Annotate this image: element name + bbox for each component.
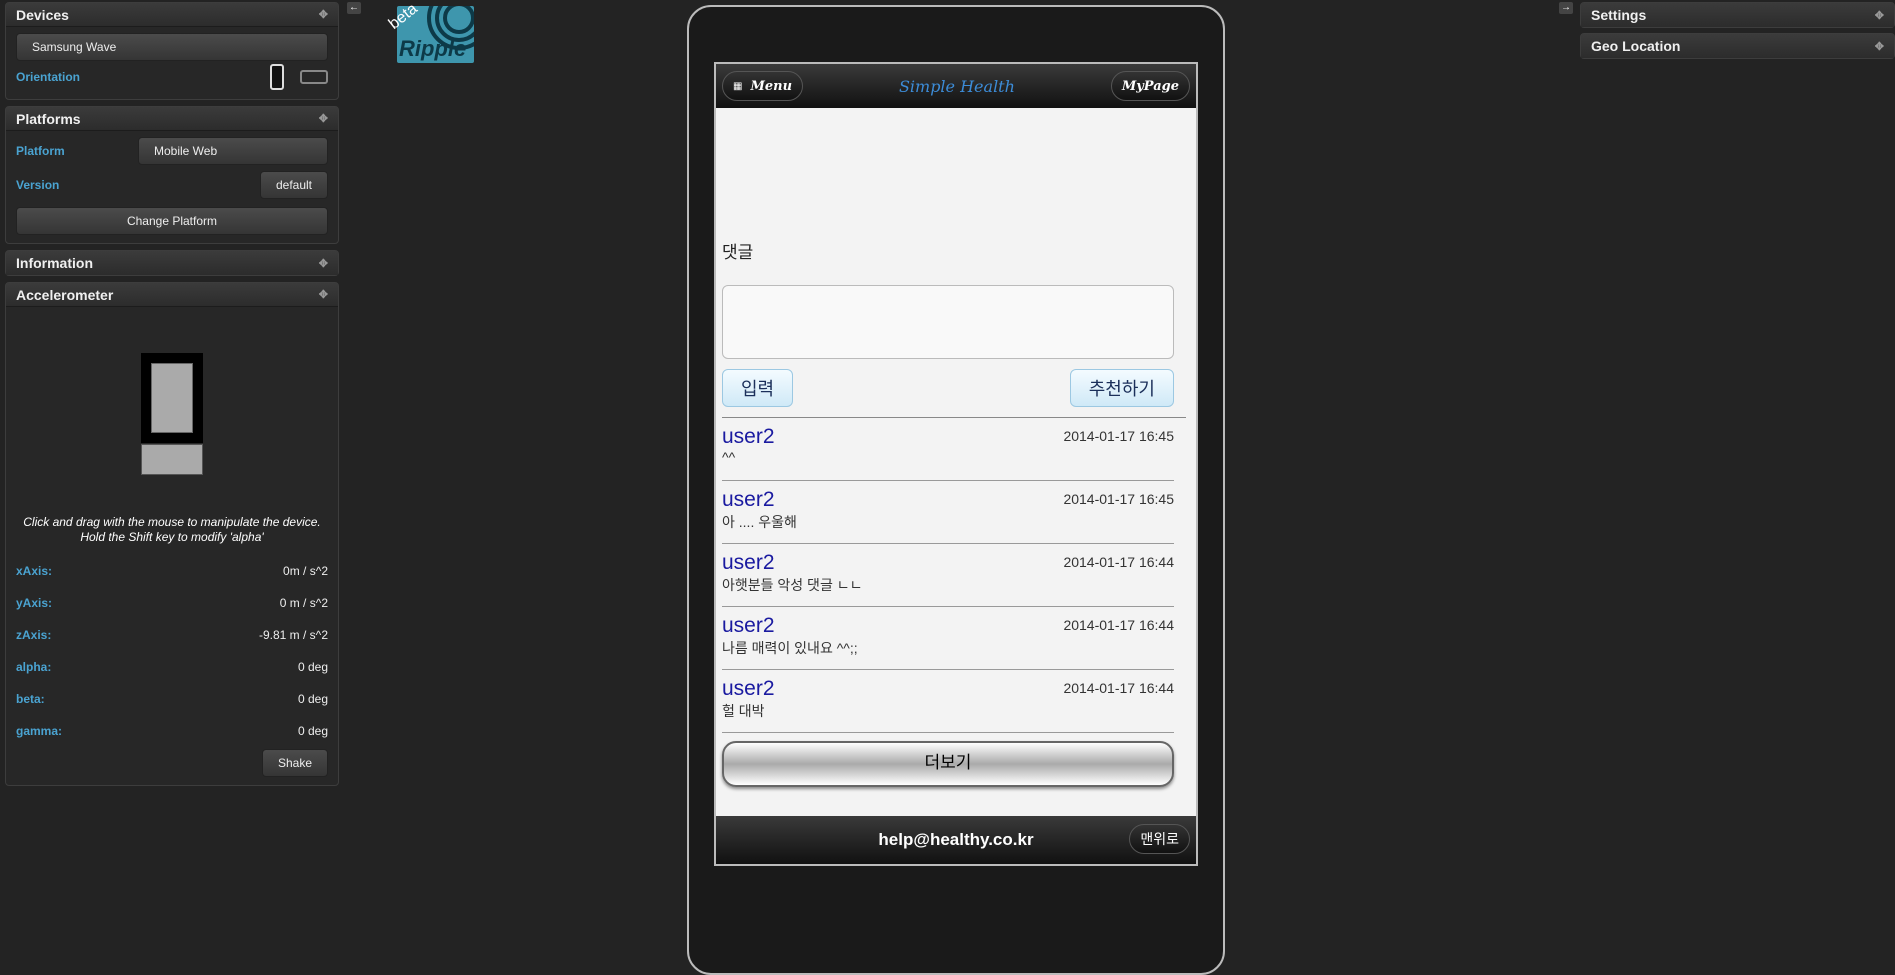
- change-platform-button[interactable]: Change Platform: [16, 207, 328, 235]
- comment-label: 댓글: [722, 243, 754, 262]
- version-select[interactable]: default: [259, 171, 328, 199]
- accel-value: 0m / s^2: [283, 564, 328, 578]
- accel-value: -9.81 m / s^2: [259, 628, 328, 642]
- accelerometer-panel: Accelerometer ✥ Click and drag with the m…: [5, 282, 339, 786]
- landscape-icon[interactable]: [300, 70, 328, 84]
- comment-list: user2 ^^ 2014-01-17 16:45 user2 아 .... 우울해 20…: [722, 418, 1190, 733]
- settings-panel: Settings ✥: [1580, 2, 1895, 28]
- collapse-left-icon[interactable]: ←: [347, 2, 361, 14]
- comment-text: 아햇분들 악성 댓글 ㄴㄴ: [722, 577, 863, 593]
- settings-panel-header[interactable]: Settings ✥: [1581, 3, 1894, 27]
- geo-title: Geo Location: [1591, 38, 1681, 54]
- menu-button[interactable]: ▦ Menu: [722, 71, 804, 101]
- app-header: ▦ Menu Simple Health MyPage: [716, 64, 1196, 108]
- collapse-right-icon[interactable]: →: [1559, 2, 1573, 14]
- comment-text: 헐 대박: [722, 703, 765, 719]
- comment-item: user2 ^^ 2014-01-17 16:45: [722, 418, 1174, 481]
- accelerometer-panel-header[interactable]: Accelerometer ✥: [6, 283, 338, 307]
- comment-date: 2014-01-17 16:44: [1063, 554, 1174, 570]
- comment-text: ^^: [722, 449, 736, 465]
- comment-date: 2014-01-17 16:45: [1063, 491, 1174, 507]
- accelerometer-title: Accelerometer: [16, 286, 114, 303]
- expand-icon[interactable]: ✥: [319, 112, 328, 125]
- recommend-button[interactable]: 추천하기: [1069, 369, 1174, 407]
- right-sidebar: Settings ✥ Geo Location ✥: [1580, 2, 1895, 65]
- footer-email[interactable]: help@healthy.co.kr: [878, 830, 1033, 850]
- more-button[interactable]: 더보기: [722, 741, 1174, 787]
- accel-label: yAxis:: [16, 596, 53, 610]
- comment-date: 2014-01-17 16:44: [1063, 680, 1174, 696]
- accel-label: xAxis:: [16, 564, 53, 578]
- comment-date: 2014-01-17 16:45: [1063, 428, 1174, 444]
- comment-text: 나름 매력이 있내요 ^^;;: [722, 640, 858, 656]
- settings-title: Settings: [1591, 7, 1647, 23]
- mypage-button[interactable]: MyPage: [1110, 71, 1190, 101]
- platforms-title: Platforms: [16, 110, 81, 127]
- accel-row: alpha: 0 deg: [16, 651, 328, 683]
- accel-value: 0 deg: [297, 660, 328, 674]
- accel-row: yAxis: 0 m / s^2: [16, 587, 328, 619]
- comment-input[interactable]: [722, 285, 1174, 359]
- accel-label: zAxis:: [16, 628, 52, 642]
- left-sidebar: Devices ✥ Samsung Wave Orientation Platfo…: [5, 2, 339, 792]
- devices-panel-header[interactable]: Devices ✥: [6, 3, 338, 27]
- accel-value: 0 deg: [297, 692, 328, 706]
- devices-panel: Devices ✥ Samsung Wave Orientation: [5, 2, 339, 100]
- expand-icon[interactable]: ✥: [1875, 9, 1884, 22]
- version-label: Version: [16, 178, 60, 192]
- device-select[interactable]: Samsung Wave: [16, 33, 328, 61]
- comment-item: user2 나름 매력이 있내요 ^^;; 2014-01-17 16:44: [722, 607, 1174, 670]
- accel-value: 0 deg: [297, 724, 328, 738]
- platform-label: Platform: [16, 144, 65, 158]
- accel-row: beta: 0 deg: [16, 683, 328, 715]
- devices-title: Devices: [16, 6, 69, 23]
- grid-icon: ▦: [733, 80, 743, 92]
- accel-value: 0 m / s^2: [279, 596, 328, 610]
- expand-icon[interactable]: ✥: [1875, 40, 1884, 53]
- accel-label: alpha:: [16, 660, 52, 674]
- comment-text: 아 .... 우울해: [722, 514, 797, 530]
- accel-row: xAxis: 0m / s^2: [16, 555, 328, 587]
- information-panel: Information ✥: [5, 250, 339, 276]
- information-title: Information: [16, 255, 93, 271]
- comment-item: user2 아 .... 우울해 2014-01-17 16:45: [722, 481, 1174, 544]
- accel-row: gamma: 0 deg: [16, 715, 328, 747]
- expand-icon[interactable]: ✥: [319, 257, 328, 270]
- platforms-panel-header[interactable]: Platforms ✥: [6, 107, 338, 131]
- app-footer: help@healthy.co.kr 맨위로: [716, 816, 1196, 864]
- accelerometer-hint: Click and drag with the mouse to manipul…: [23, 515, 321, 544]
- submit-button[interactable]: 입력: [722, 369, 794, 407]
- platform-select[interactable]: Mobile Web: [138, 137, 328, 165]
- accel-label: beta:: [16, 692, 45, 706]
- expand-icon[interactable]: ✥: [319, 288, 328, 301]
- orientation-label: Orientation: [16, 70, 81, 84]
- accel-label: gamma:: [16, 724, 63, 738]
- comment-item: user2 아햇분들 악성 댓글 ㄴㄴ 2014-01-17 16:44: [722, 544, 1174, 607]
- accelerometer-device-model[interactable]: [141, 353, 203, 475]
- geo-panel: Geo Location ✥: [1580, 33, 1895, 59]
- top-button[interactable]: 맨위로: [1129, 824, 1190, 854]
- device-screen: ▦ Menu Simple Health MyPage 댓글 입력 추천하기 us…: [714, 62, 1198, 866]
- accel-row: zAxis: -9.81 m / s^2: [16, 619, 328, 651]
- geo-panel-header[interactable]: Geo Location ✥: [1581, 34, 1894, 58]
- comment-item: user2 헐 대박 2014-01-17 16:44: [722, 670, 1174, 733]
- platforms-panel: Platforms ✥ Platform Mobile Web Version d…: [5, 106, 339, 244]
- comment-date: 2014-01-17 16:44: [1063, 617, 1174, 633]
- portrait-icon[interactable]: [270, 64, 284, 90]
- expand-icon[interactable]: ✥: [319, 8, 328, 21]
- app-title: Simple Health: [898, 76, 1015, 96]
- information-panel-header[interactable]: Information ✥: [6, 251, 338, 275]
- shake-button[interactable]: Shake: [261, 749, 328, 777]
